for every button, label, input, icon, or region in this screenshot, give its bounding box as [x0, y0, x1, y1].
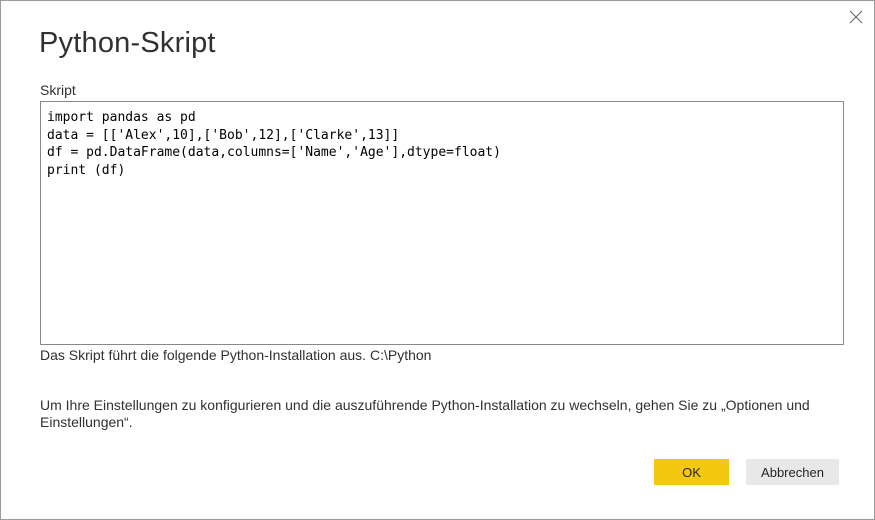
- script-label: Skript: [40, 82, 76, 98]
- script-editor[interactable]: [40, 101, 844, 345]
- close-icon[interactable]: [846, 7, 866, 27]
- python-script-dialog: Python-Skript Skript Das Skript führt di…: [0, 0, 875, 520]
- ok-button[interactable]: OK: [654, 459, 729, 485]
- installation-info: Das Skript führt die folgende Python-Ins…: [40, 347, 432, 363]
- cancel-button[interactable]: Abbrechen: [746, 459, 839, 485]
- settings-hint: Um Ihre Einstellungen zu konfigurieren u…: [40, 397, 810, 430]
- dialog-title: Python-Skript: [39, 27, 216, 59]
